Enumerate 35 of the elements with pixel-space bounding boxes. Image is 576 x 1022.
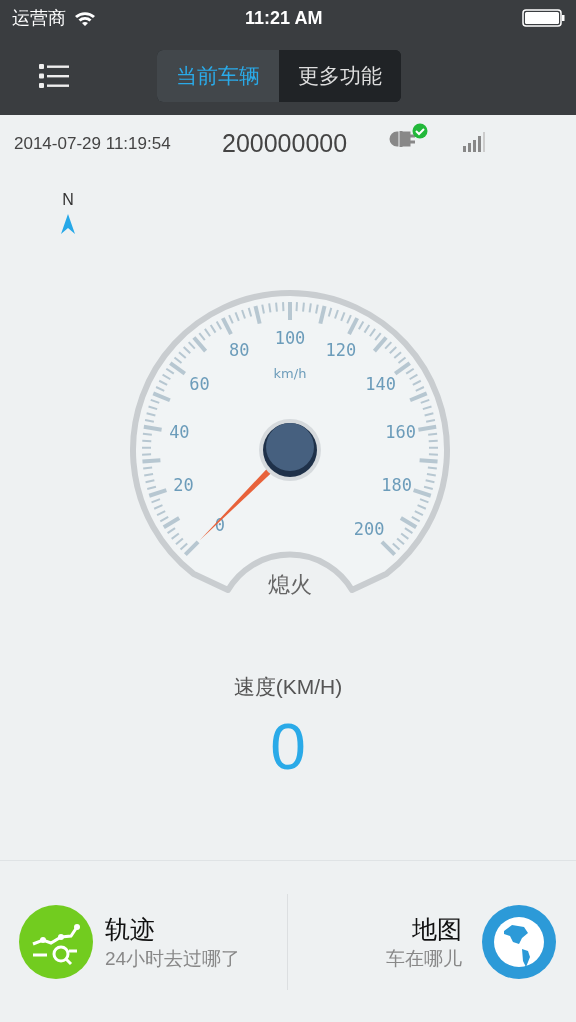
feature-tile[interactable]: 地图 车在哪儿 <box>287 893 576 990</box>
compass-arrow-icon <box>61 214 75 234</box>
gauge-scale-label: 80 <box>228 340 250 361</box>
globe-icon <box>482 904 556 979</box>
gauge-scale-label: 60 <box>189 374 210 395</box>
feature-title: 轨迹 <box>105 913 155 945</box>
gauge-scale-label: 180 <box>381 474 412 495</box>
segment-tab[interactable]: 当前车辆 <box>157 50 279 102</box>
feature-subtitle: 24小时去过哪了 <box>105 946 241 971</box>
compass-north-label: N <box>62 190 74 210</box>
gauge-scale-label: 40 <box>169 422 190 443</box>
signal-icon <box>463 132 485 152</box>
engine-status: 熄火 <box>268 572 312 597</box>
gauge-scale-label: 200 <box>353 519 385 540</box>
feature-subtitle: 车在哪儿 <box>386 946 462 971</box>
speed-label: 速度(KM/H) <box>233 674 343 700</box>
menu-button[interactable] <box>38 61 72 91</box>
carrier-name: 运营商 <box>12 6 66 30</box>
clock-time: 11:21 AM <box>245 6 323 30</box>
route-search-icon <box>19 904 93 979</box>
gauge-unit-label: km/h <box>273 366 307 381</box>
menu-icon <box>38 62 70 90</box>
needle-hub <box>259 419 321 481</box>
speed-value: 0 <box>270 714 306 780</box>
gauge-scale-label: 100 <box>274 328 306 348</box>
gauge-scale-label: 140 <box>365 374 396 395</box>
device-id: 200000000 <box>222 127 348 159</box>
gauge-scale-label: 160 <box>385 422 416 443</box>
battery-icon <box>522 9 566 27</box>
wifi-icon <box>74 10 96 26</box>
timestamp: 2014-07-29 11:19:54 <box>14 132 171 155</box>
feature-tile[interactable]: 轨迹 24小时去过哪了 <box>0 893 287 990</box>
feature-title: 地图 <box>412 913 462 945</box>
gauge-scale-label: 120 <box>325 340 357 361</box>
gauge-scale-label: 20 <box>173 474 194 495</box>
